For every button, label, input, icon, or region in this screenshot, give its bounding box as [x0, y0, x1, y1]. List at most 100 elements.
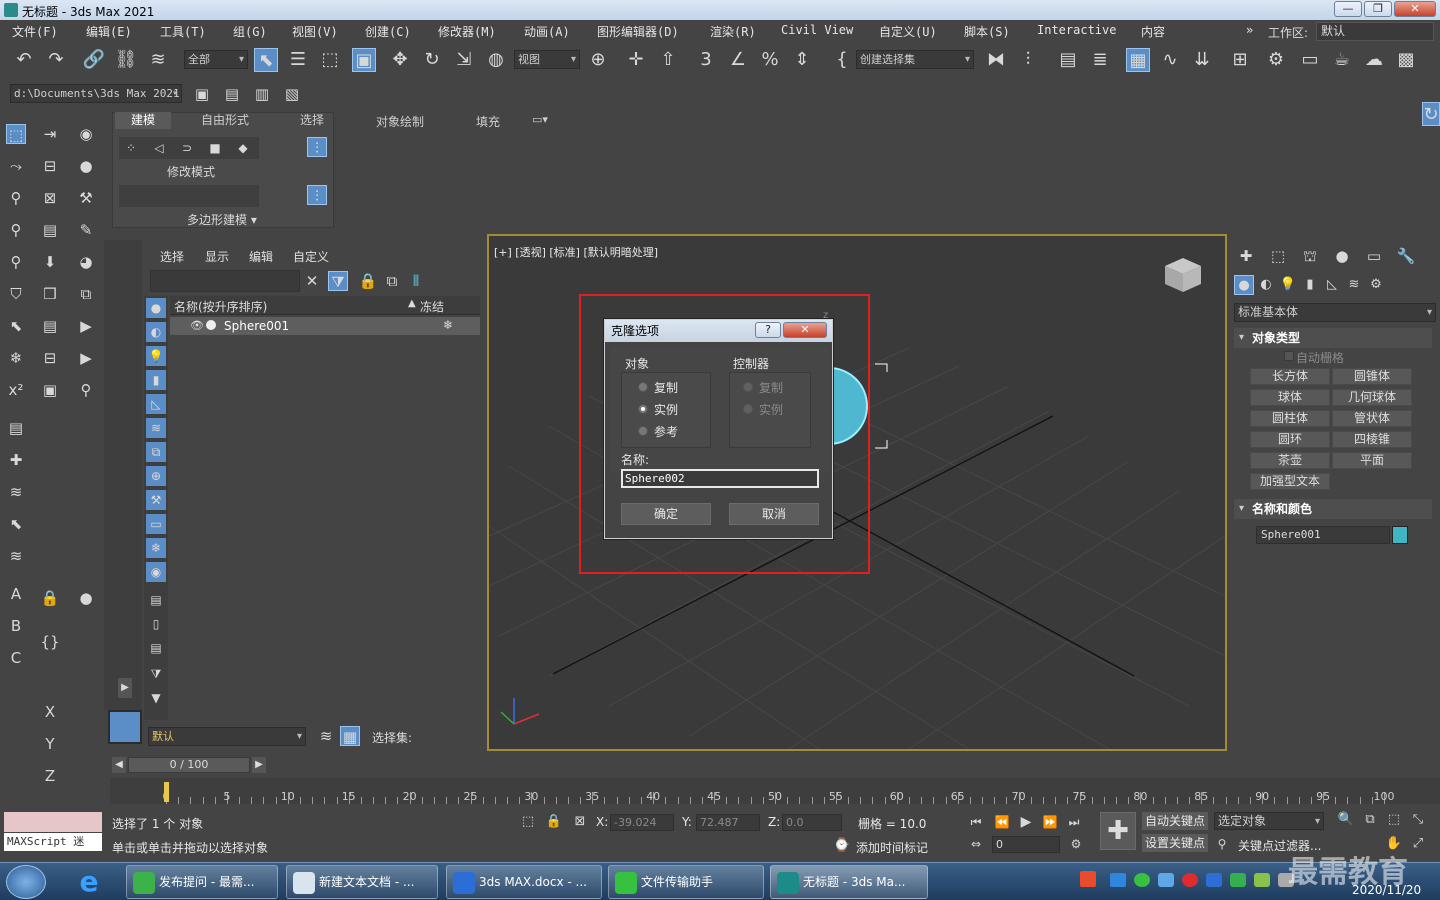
modify-tab-icon[interactable]: ⬚: [1268, 246, 1288, 266]
keyboard-shortcut-icon[interactable]: ⇧: [656, 48, 680, 72]
link-icon[interactable]: 🔗: [82, 48, 106, 72]
y-axis-icon[interactable]: Y: [40, 734, 60, 754]
toolbar-icon-12[interactable]: ▶: [76, 316, 96, 336]
geometry-filter-icon[interactable]: ●: [146, 298, 166, 318]
maxscript-mini-input[interactable]: MAXScript 迷: [4, 833, 102, 851]
maxscript-listener[interactable]: [4, 812, 102, 832]
maximize-viewport-icon[interactable]: ⤢: [1408, 834, 1428, 854]
next-key-icon[interactable]: ⏩: [1040, 812, 1060, 832]
add-icon[interactable]: ✚: [6, 450, 26, 470]
b-icon[interactable]: B: [6, 616, 26, 636]
selected-objects-dropdown[interactable]: 选定对象: [1214, 812, 1324, 830]
rollout-name-color[interactable]: 名称和颜色: [1234, 499, 1432, 519]
bind-space-warp-icon[interactable]: ≋: [146, 48, 170, 72]
y-coordinate-field[interactable]: 72.487: [696, 814, 760, 831]
close-button[interactable]: ✕: [1394, 1, 1436, 17]
trackbar[interactable]: 0510152025303540455055606570758085909510…: [110, 778, 1440, 804]
isolate-icon[interactable]: ◉: [76, 124, 96, 144]
material-editor-icon[interactable]: ⊞: [1228, 48, 1252, 72]
box-button[interactable]: 长方体: [1250, 368, 1330, 385]
select-manipulate-icon[interactable]: ✛: [624, 48, 648, 72]
shapes-icon[interactable]: ◐: [1256, 275, 1276, 295]
category-dropdown[interactable]: 标准基本体: [1234, 303, 1436, 322]
sphere-button[interactable]: 球体: [1250, 389, 1330, 406]
snaps-toggle-icon[interactable]: 3: [694, 48, 718, 72]
sync-icon[interactable]: ↻: [1422, 102, 1440, 126]
goto-start-icon[interactable]: ⏮: [966, 812, 986, 832]
menu-view[interactable]: 视图(V): [292, 23, 338, 40]
toolbar-icon-14[interactable]: ▶: [76, 348, 96, 368]
edge-icon[interactable]: ◁: [149, 138, 169, 158]
spacewarp-filter-icon[interactable]: ≋: [146, 418, 166, 438]
place-icon[interactable]: ◍: [484, 48, 508, 72]
set-key-button[interactable]: 设置关键点: [1142, 834, 1208, 852]
filter-icon[interactable]: ⧩: [328, 271, 348, 291]
move-icon[interactable]: ✥: [388, 48, 412, 72]
ribbon-tab-modeling[interactable]: 建模: [115, 112, 171, 129]
lock-icon[interactable]: 🔒: [40, 588, 60, 608]
toolbar-icon-13[interactable]: ⊟: [40, 348, 60, 368]
layers-stack-icon[interactable]: ≋: [316, 726, 336, 746]
object-color-swatch[interactable]: [1392, 526, 1408, 544]
project-path-dropdown[interactable]: d:\Documents\3ds Max 2021: [10, 84, 182, 103]
absolute-mode-icon[interactable]: ⊠: [570, 812, 590, 832]
radio-copy[interactable]: [638, 382, 648, 392]
hammer-icon[interactable]: ⚒: [76, 188, 96, 208]
task-item-3[interactable]: 3ds MAX.docx - ...: [446, 865, 602, 899]
xref-filter-icon[interactable]: ⊕: [146, 466, 166, 486]
menu-civil-view[interactable]: Civil View: [781, 23, 853, 37]
table-row[interactable]: 👁 Sphere001 ❄: [170, 317, 480, 335]
menu-edit[interactable]: 编辑(E): [86, 23, 132, 40]
display-tab-icon[interactable]: ▭: [1364, 246, 1384, 266]
freeze-snowflake-icon[interactable]: ❄: [443, 318, 453, 332]
help-button[interactable]: ?: [755, 322, 781, 338]
scale-icon[interactable]: ⇲: [452, 48, 476, 72]
utilities-tab-icon[interactable]: 🔧: [1396, 246, 1416, 266]
shape-filter-icon[interactable]: ◐: [146, 322, 166, 342]
shield-tray-icon[interactable]: [1206, 873, 1222, 887]
maximize-button[interactable]: ❐: [1364, 1, 1392, 17]
systems-icon[interactable]: ⚙: [1366, 275, 1386, 295]
cone-button[interactable]: 圆锥体: [1332, 368, 1412, 385]
layer-explorer-icon[interactable]: ≣: [1088, 48, 1112, 72]
hidden-filter-icon[interactable]: ◉: [146, 562, 166, 582]
tray-icon-3[interactable]: [1230, 873, 1246, 887]
invert-display-icon[interactable]: ▤: [146, 638, 166, 658]
select-object-icon[interactable]: ⬉: [254, 48, 278, 72]
group-filter-icon[interactable]: ⧉: [146, 442, 166, 462]
toggle-ribbon-icon[interactable]: ▦: [1126, 48, 1150, 72]
pivot-center-icon[interactable]: ⊕: [586, 48, 610, 72]
toolbar-icon-3[interactable]: ⚲: [6, 188, 26, 208]
toolbar-icon-8[interactable]: ⬇: [40, 252, 60, 272]
shield-icon[interactable]: ⛉: [6, 284, 26, 304]
tray-icon-2[interactable]: [1158, 873, 1174, 887]
hierarchy-icon[interactable]: ⧉: [382, 271, 402, 291]
rect-selection-icon[interactable]: ⬚: [318, 48, 342, 72]
vertex-icon[interactable]: ⁘: [121, 138, 141, 158]
undo-icon[interactable]: ↶: [12, 48, 36, 72]
reference-coord-dropdown[interactable]: 视图: [514, 50, 580, 69]
create-project-icon[interactable]: ▥: [252, 84, 272, 104]
isolate-selection-icon[interactable]: ⬚: [518, 812, 538, 832]
menu-graph-editors[interactable]: 图形编辑器(D): [597, 23, 679, 40]
weibo-tray-icon[interactable]: [1182, 873, 1198, 887]
display-none-icon[interactable]: ▯: [146, 614, 166, 634]
expand-menu-icon[interactable]: »: [1246, 23, 1253, 37]
a-icon[interactable]: A: [6, 584, 26, 604]
textplus-button[interactable]: 加强型文本: [1250, 473, 1330, 490]
set-project-icon[interactable]: ▧: [282, 84, 302, 104]
rotate-icon[interactable]: ↻: [420, 48, 444, 72]
viewcube[interactable]: [1163, 254, 1203, 294]
schematic-view-icon[interactable]: ⇊: [1190, 48, 1214, 72]
toolbar-icon-9[interactable]: ❒: [40, 284, 60, 304]
task-item-1[interactable]: 发布提问 - 最需...: [126, 865, 278, 899]
render-cloud-icon[interactable]: ☁: [1362, 48, 1386, 72]
angle-snap-icon[interactable]: ∠: [726, 48, 750, 72]
toolbar-icon-15[interactable]: ⚲: [76, 380, 96, 400]
radio-reference[interactable]: [638, 426, 648, 436]
se-menu-select[interactable]: 选择: [160, 248, 184, 265]
dialog-close-button[interactable]: ✕: [783, 322, 827, 338]
time-tag-icon[interactable]: ⌚: [832, 836, 852, 856]
zoom-all-icon[interactable]: ⧉: [1360, 810, 1380, 830]
key-mode-icon[interactable]: ⇔: [966, 834, 986, 854]
